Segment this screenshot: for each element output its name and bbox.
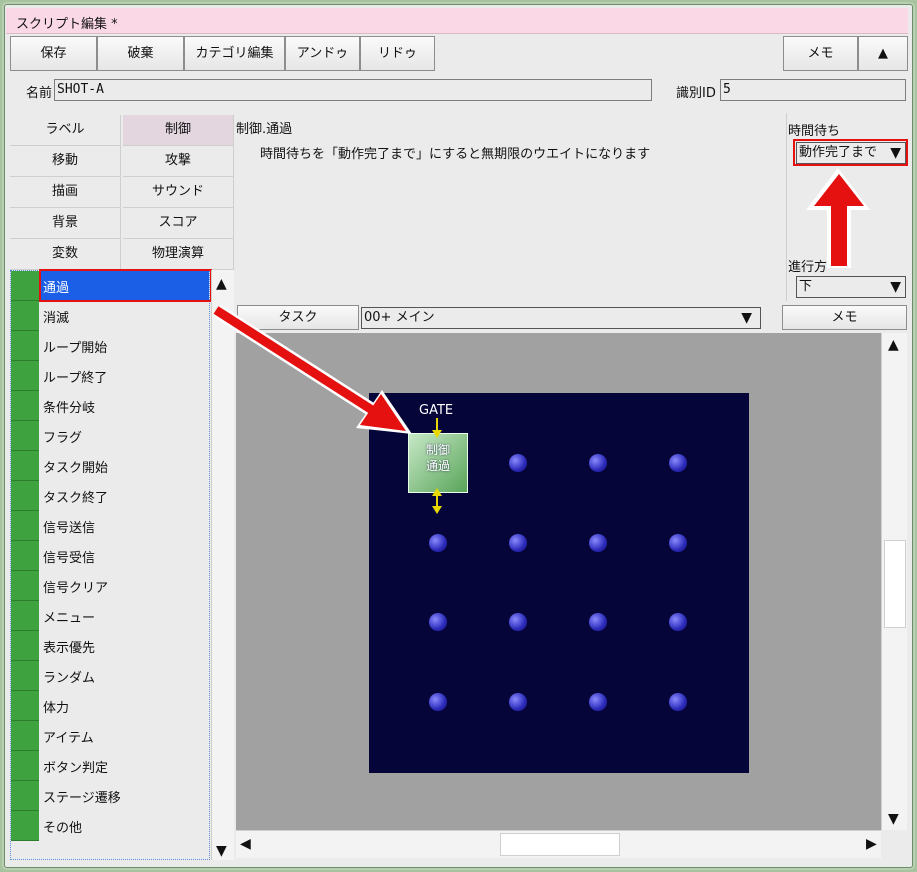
annotation-arrows: [212, 168, 870, 434]
diagonal-red-arrow-icon: [212, 304, 412, 434]
upward-red-arrow-icon: [806, 168, 870, 268]
